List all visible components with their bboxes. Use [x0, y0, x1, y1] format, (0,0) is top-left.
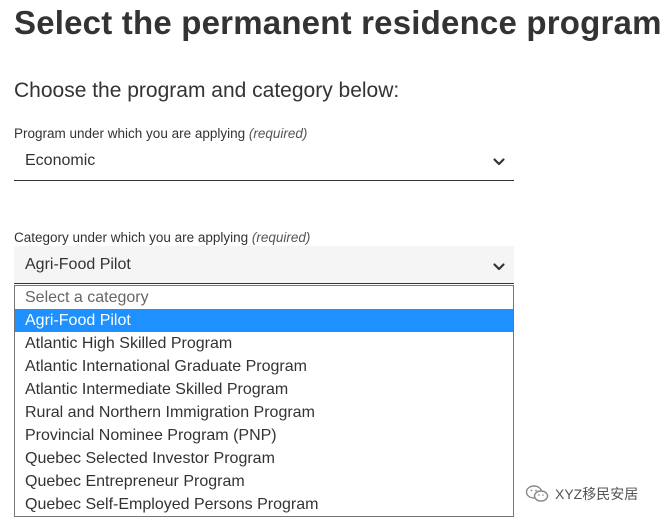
watermark: XYZ移民安居 — [525, 484, 638, 504]
program-field-label: Program under which you are applying (re… — [14, 126, 307, 141]
category-option-agri-food-pilot[interactable]: Agri-Food Pilot — [15, 309, 513, 332]
watermark-text: XYZ移民安居 — [555, 486, 639, 502]
category-option-provincial-nominee[interactable]: Provincial Nominee Program (PNP) — [15, 424, 513, 447]
page: Select the permanent residence program C… — [0, 0, 671, 524]
category-field-label: Category under which you are applying (r… — [14, 230, 310, 245]
category-option-atlantic-intermediate-skilled[interactable]: Atlantic Intermediate Skilled Program — [15, 378, 513, 401]
wechat-icon — [525, 485, 549, 502]
category-select[interactable]: Agri-Food Pilot — [14, 246, 514, 284]
category-label-text: Category under which you are applying — [14, 230, 249, 245]
program-select[interactable]: Economic — [14, 145, 514, 181]
category-select-value: Agri-Food Pilot — [25, 256, 131, 273]
category-option-atlantic-high-skilled[interactable]: Atlantic High Skilled Program — [15, 332, 513, 355]
category-option-quebec-selected-investor[interactable]: Quebec Selected Investor Program — [15, 447, 513, 470]
category-option-placeholder[interactable]: Select a category — [15, 286, 513, 309]
category-dropdown-list[interactable]: Select a category Agri-Food Pilot Atlant… — [14, 285, 514, 517]
program-label-text: Program under which you are applying — [14, 126, 246, 141]
page-subtitle: Choose the program and category below: — [14, 79, 400, 102]
chevron-down-icon — [493, 263, 505, 271]
program-required-note: (required) — [248, 126, 308, 141]
category-option-atlantic-international-graduate[interactable]: Atlantic International Graduate Program — [15, 355, 513, 378]
program-select-value: Economic — [25, 152, 96, 169]
category-option-quebec-entrepreneur[interactable]: Quebec Entrepreneur Program — [15, 470, 513, 493]
category-required-note: (required) — [251, 230, 311, 245]
page-title: Select the permanent residence program — [14, 4, 662, 41]
category-option-rural-northern-immigration[interactable]: Rural and Northern Immigration Program — [15, 401, 513, 424]
chevron-down-icon — [493, 158, 505, 166]
category-option-quebec-self-employed[interactable]: Quebec Self-Employed Persons Program — [15, 493, 513, 516]
